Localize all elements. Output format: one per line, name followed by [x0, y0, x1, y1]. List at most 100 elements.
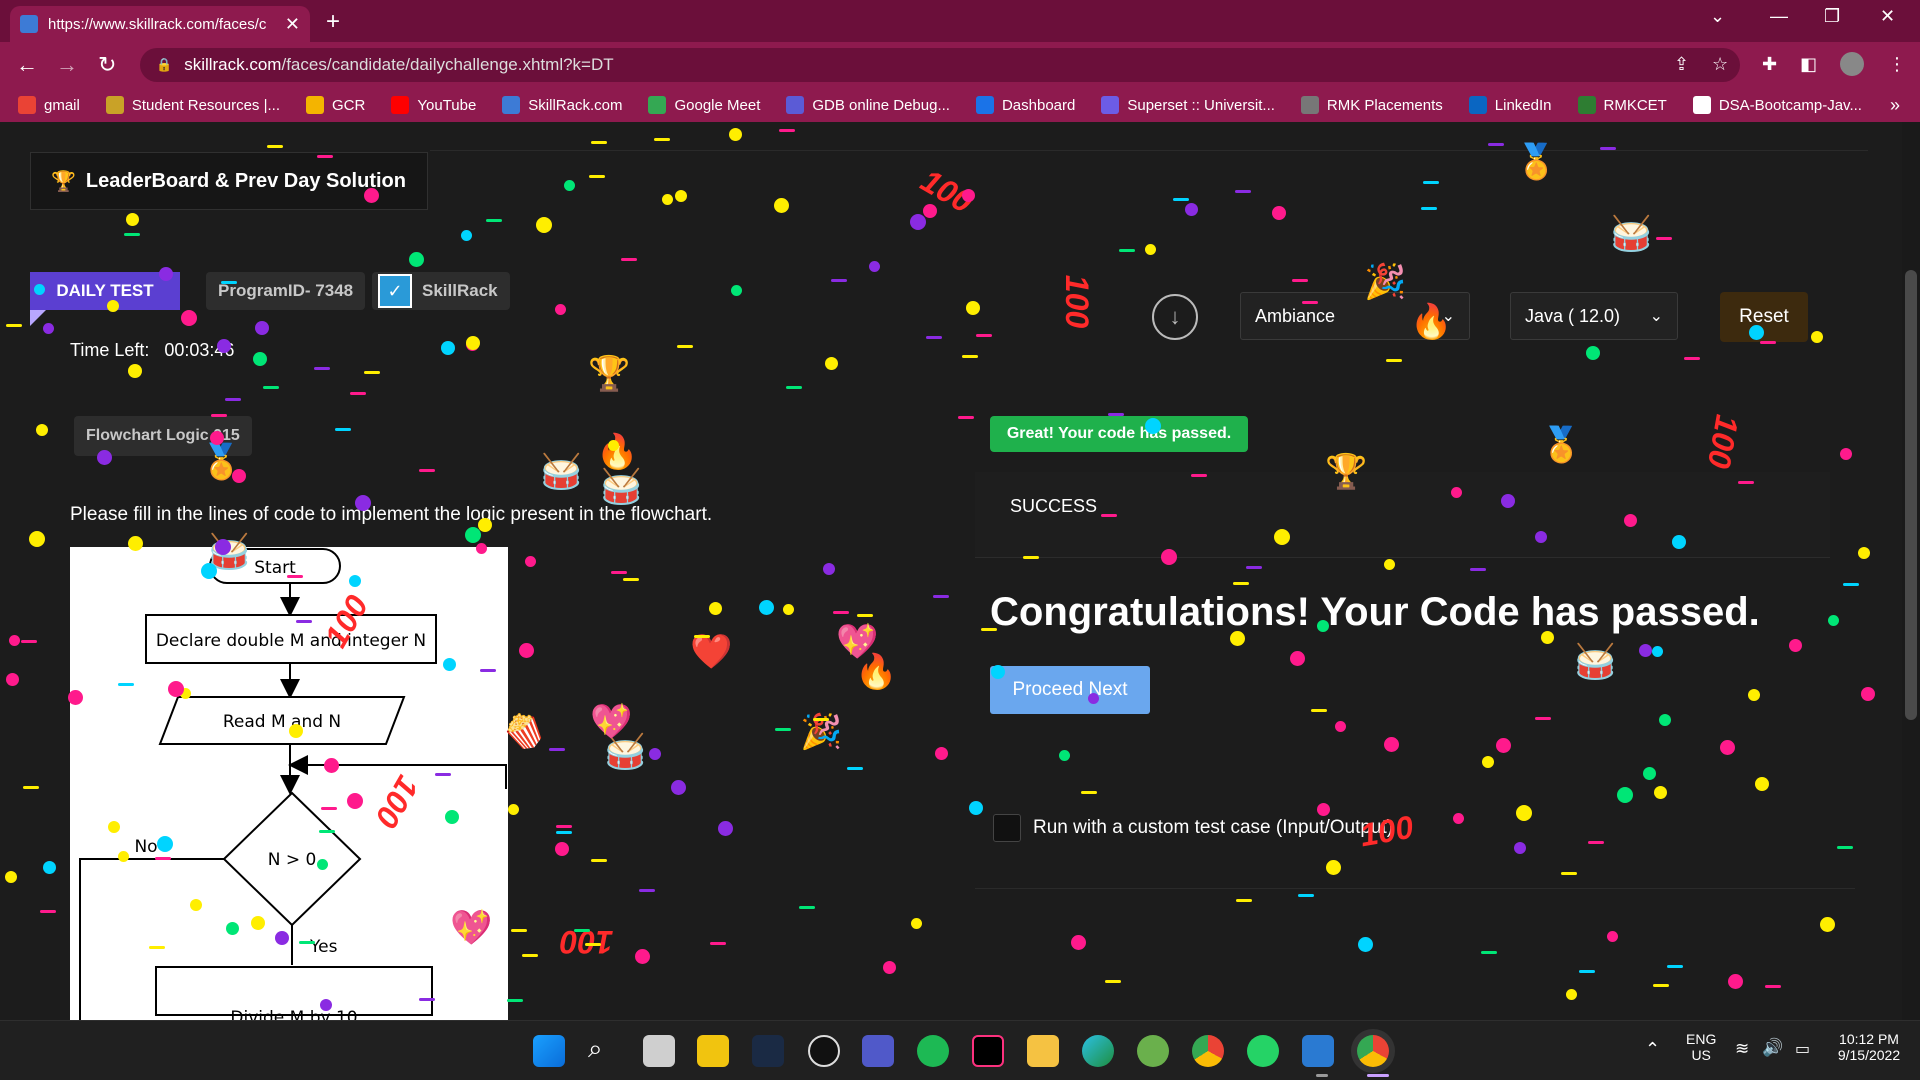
- volume-icon[interactable]: 🔊: [1762, 1038, 1783, 1058]
- confetti-piece: [1659, 714, 1671, 726]
- confetti-piece: [221, 281, 237, 284]
- bookmark-label: RMK Placements: [1326, 96, 1443, 114]
- custom-test-row[interactable]: Run with a custom test case (Input/Outpu…: [993, 814, 1393, 842]
- confetti-piece: [1789, 639, 1802, 652]
- battery-icon[interactable]: ▭: [1795, 1039, 1810, 1059]
- confetti-piece: [480, 669, 496, 672]
- photos-icon[interactable]: [1302, 1035, 1334, 1067]
- custom-test-checkbox[interactable]: [993, 814, 1021, 842]
- confetti-piece: [958, 416, 974, 419]
- maximize-button[interactable]: ❐: [1824, 6, 1840, 27]
- intellij-icon[interactable]: [972, 1035, 1004, 1067]
- confetti-piece: [1488, 143, 1504, 146]
- close-tab-icon[interactable]: ✕: [285, 14, 300, 35]
- close-window-button[interactable]: ✕: [1880, 6, 1895, 27]
- edge-icon[interactable]: [1082, 1035, 1114, 1067]
- bookmark-item[interactable]: GCR: [306, 96, 365, 114]
- chrome-icon[interactable]: [1192, 1035, 1224, 1067]
- wifi-icon[interactable]: ≋: [1735, 1039, 1749, 1059]
- whatsapp-icon[interactable]: [1247, 1035, 1279, 1067]
- confetti-piece: [729, 128, 742, 141]
- bookmark-label: YouTube: [417, 96, 477, 114]
- utorrent-icon[interactable]: [1137, 1035, 1169, 1067]
- confetti-piece: [556, 825, 572, 828]
- confetti-piece: [349, 575, 361, 587]
- task-view-icon[interactable]: [643, 1035, 675, 1067]
- forward-icon[interactable]: →: [56, 52, 78, 78]
- bookmark-item[interactable]: YouTube: [391, 96, 476, 114]
- chrome-active-icon[interactable]: [1357, 1035, 1389, 1067]
- language-indicator[interactable]: ENG US: [1686, 1031, 1716, 1063]
- download-icon[interactable]: ↓: [1152, 294, 1198, 340]
- confetti-piece: [1230, 631, 1245, 646]
- confetti-piece: [34, 284, 45, 295]
- back-icon[interactable]: ←: [16, 52, 38, 78]
- bookmark-item[interactable]: Dashboard: [975, 96, 1075, 114]
- spotify-icon[interactable]: [917, 1035, 949, 1067]
- bookmark-star-icon[interactable]: ☆: [1712, 54, 1728, 75]
- scrollbar-thumb[interactable]: [1905, 270, 1917, 720]
- confetti-piece: [857, 614, 873, 617]
- reset-button[interactable]: Reset: [1720, 292, 1808, 342]
- bookmark-item[interactable]: SkillRack.com: [502, 96, 622, 114]
- minimize-button[interactable]: —: [1770, 6, 1788, 27]
- confetti-piece: [1185, 203, 1198, 216]
- bookmark-label: gmail: [44, 96, 80, 114]
- confetti-piece: [1861, 687, 1875, 701]
- reload-icon[interactable]: ↻: [98, 52, 116, 78]
- confetti-piece: [289, 724, 303, 738]
- confetti-piece: [1643, 767, 1656, 780]
- tab-search-icon[interactable]: ⌄: [1710, 6, 1725, 27]
- confetti-piece: [1728, 974, 1743, 989]
- confetti-piece: [1292, 279, 1308, 282]
- search-icon[interactable]: ⌕: [588, 1033, 620, 1065]
- leaderboard-label: LeaderBoard & Prev Day Solution: [85, 169, 406, 192]
- new-tab-button[interactable]: +: [326, 8, 340, 36]
- start-menu-icon[interactable]: [533, 1035, 565, 1067]
- menu-icon[interactable]: ⋮: [1888, 54, 1906, 75]
- prime-video-icon[interactable]: [752, 1035, 784, 1067]
- confetti-piece: [786, 386, 802, 389]
- confetti-piece: [1311, 709, 1327, 712]
- bookmark-item[interactable]: RMKCET: [1577, 96, 1667, 114]
- profile-avatar[interactable]: [1840, 52, 1864, 76]
- store-icon[interactable]: [697, 1035, 729, 1067]
- tray-overflow-icon[interactable]: ⌃: [1645, 1039, 1660, 1060]
- bookmark-label: SkillRack.com: [528, 96, 623, 114]
- condition-text: N > 0: [268, 850, 317, 870]
- active-indicator: [1367, 1074, 1389, 1077]
- bookmark-item[interactable]: Google Meet: [648, 96, 760, 114]
- bookmark-item[interactable]: RMK Placements: [1300, 96, 1443, 114]
- confetti-piece: [210, 431, 224, 445]
- side-panel-icon[interactable]: ◧: [1800, 54, 1817, 75]
- dell-icon[interactable]: [808, 1035, 840, 1067]
- file-explorer-icon[interactable]: [1027, 1035, 1059, 1067]
- confetti-piece: [126, 213, 139, 226]
- extensions-icon[interactable]: ✚: [1762, 54, 1777, 75]
- url-field[interactable]: 🔒 skillrack.com /faces/candidate/dailych…: [140, 48, 1740, 82]
- confetti-piece: [1843, 583, 1859, 586]
- confetti-piece: [335, 428, 351, 431]
- bookmark-item[interactable]: GDB online Debug...: [786, 96, 950, 114]
- browser-tab[interactable]: https://www.skillrack.com/faces/c ✕: [10, 6, 310, 42]
- clock[interactable]: 10:12 PM 9/15/2022: [1836, 1031, 1902, 1063]
- confetti-piece: [1302, 301, 1318, 304]
- bookmark-item[interactable]: DSA-Bootcamp-Jav...: [1692, 96, 1862, 114]
- teams-icon[interactable]: [862, 1035, 894, 1067]
- confetti-piece: [1272, 206, 1286, 220]
- confetti-piece: [157, 836, 173, 852]
- bookmark-item[interactable]: Student Resources |...: [105, 96, 280, 114]
- proceed-next-button[interactable]: Proceed Next: [990, 666, 1150, 714]
- confetti-piece: [589, 175, 605, 178]
- bookmark-item[interactable]: Superset :: Universit...: [1101, 96, 1275, 114]
- bookmark-item[interactable]: LinkedIn: [1468, 96, 1552, 114]
- confetti-piece: [555, 304, 566, 315]
- more-bookmarks-icon[interactable]: »: [1890, 95, 1900, 116]
- confetti-piece: [694, 635, 710, 638]
- confetti-piece: [1501, 494, 1515, 508]
- page-scrollbar[interactable]: [1902, 122, 1920, 1020]
- bookmark-item[interactable]: gmail: [18, 96, 80, 114]
- bookmark-label: RMKCET: [1603, 96, 1667, 114]
- share-icon[interactable]: ⇪: [1674, 54, 1689, 75]
- language-select[interactable]: Java ( 12.0) ⌄: [1510, 292, 1678, 340]
